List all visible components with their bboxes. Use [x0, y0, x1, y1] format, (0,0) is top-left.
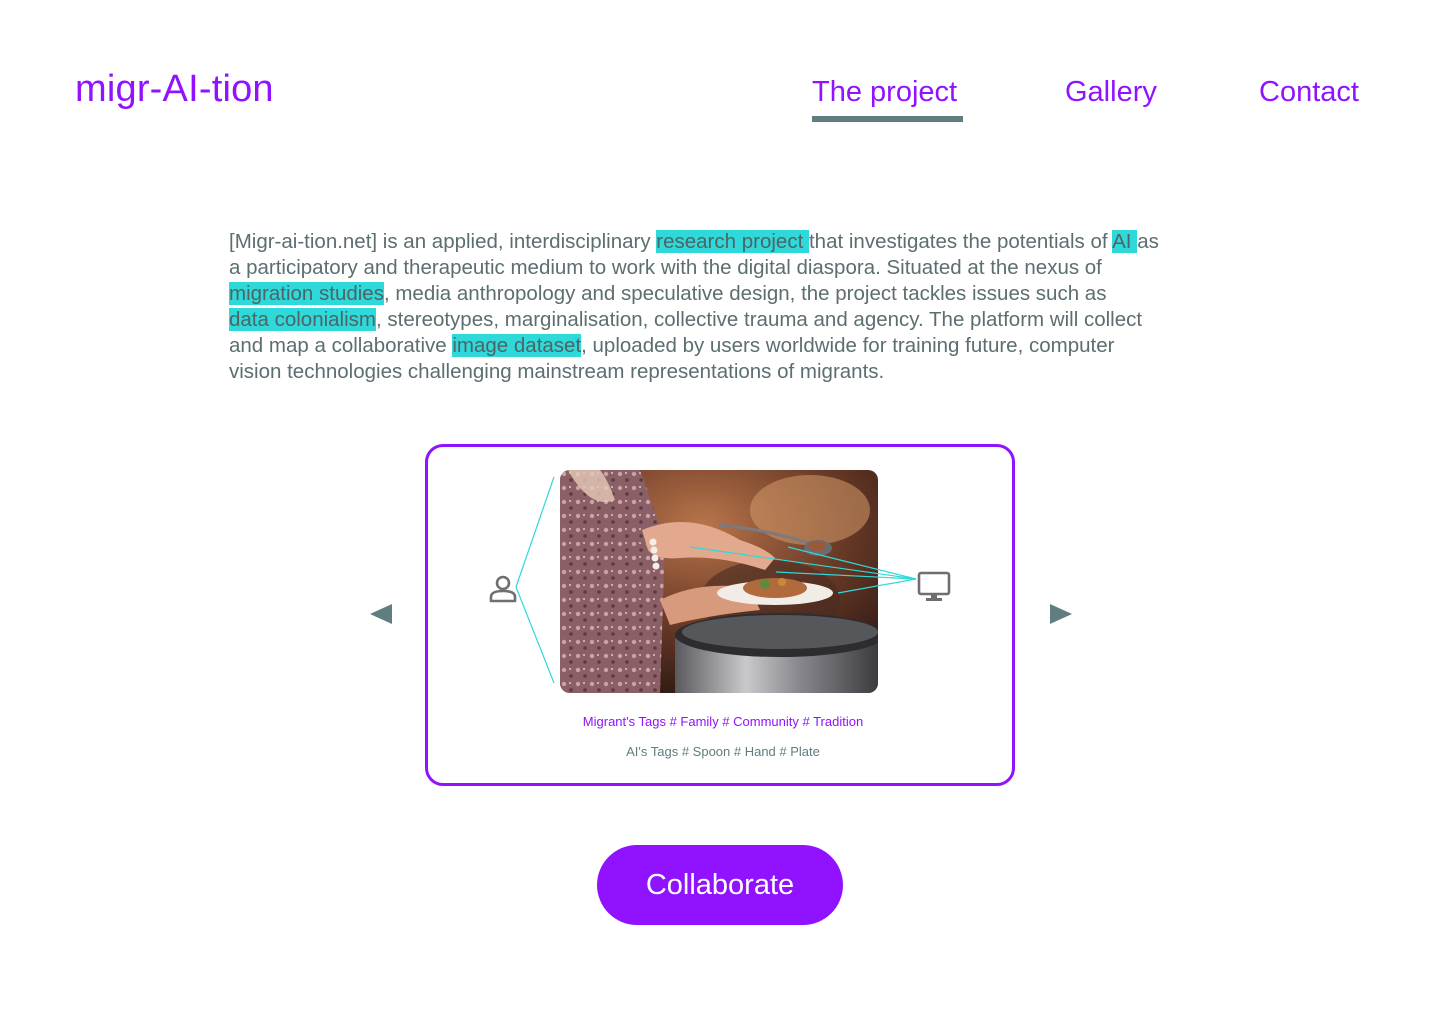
intro-line: migration studies, media anthropology an…: [229, 281, 1239, 307]
intro-text: and map a collaborative: [229, 334, 453, 357]
carousel-prev-button[interactable]: [368, 598, 396, 630]
nav-link-gallery[interactable]: Gallery: [1065, 76, 1157, 109]
person-icon: [489, 575, 517, 603]
collaborate-button[interactable]: Collaborate: [597, 845, 843, 925]
intro-text: that investigates the potentials of: [808, 230, 1113, 253]
carousel-next-button[interactable]: [1046, 598, 1074, 630]
ai-tags: AI's Tags # Spoon # Hand # Plate: [626, 744, 820, 759]
intro-line: [Migr-ai-tion.net] is an applied, interd…: [229, 229, 1239, 255]
site-logo[interactable]: migr-AI-tion: [75, 68, 274, 111]
monitor-icon: [917, 571, 951, 601]
intro-text: as: [1137, 230, 1159, 253]
migrant-tags: Migrant's Tags # Family # Community # Tr…: [582, 714, 864, 729]
carousel-card: Migrant's Tags # Family # Community # Tr…: [425, 444, 1015, 786]
highlighted-keyword: AI: [1112, 230, 1138, 253]
nav-link-contact[interactable]: Contact: [1259, 76, 1359, 109]
intro-text: , media anthropology and speculative des…: [383, 282, 1107, 305]
project-description: [Migr-ai-tion.net] is an applied, interd…: [229, 229, 1239, 385]
highlighted-keyword: migration studies: [229, 282, 384, 305]
intro-line: vision technologies challenging mainstre…: [229, 359, 1239, 385]
highlighted-keyword: research project: [656, 230, 809, 253]
intro-line: and map a collaborative image dataset, u…: [229, 333, 1239, 359]
intro-line: data colonialism, stereotypes, marginali…: [229, 307, 1239, 333]
triangle-right-icon: [1050, 604, 1072, 624]
intro-text: a participatory and therapeutic medium t…: [229, 256, 1102, 279]
intro-line: a participatory and therapeutic medium t…: [229, 255, 1239, 281]
active-nav-indicator: [812, 116, 963, 122]
triangle-left-icon: [370, 604, 392, 624]
dataset-photo: [560, 470, 878, 693]
intro-text: [Migr-ai-tion.net] is an applied, interd…: [229, 230, 657, 253]
highlighted-keyword: data colonialism: [229, 308, 376, 331]
highlighted-keyword: image dataset: [452, 334, 582, 357]
intro-text: , stereotypes, marginalisation, collecti…: [376, 308, 1143, 331]
intro-text: , uploaded by users worldwide for traini…: [581, 334, 1115, 357]
intro-text: vision technologies challenging mainstre…: [229, 360, 885, 383]
nav-link-the-project[interactable]: The project: [812, 76, 957, 109]
